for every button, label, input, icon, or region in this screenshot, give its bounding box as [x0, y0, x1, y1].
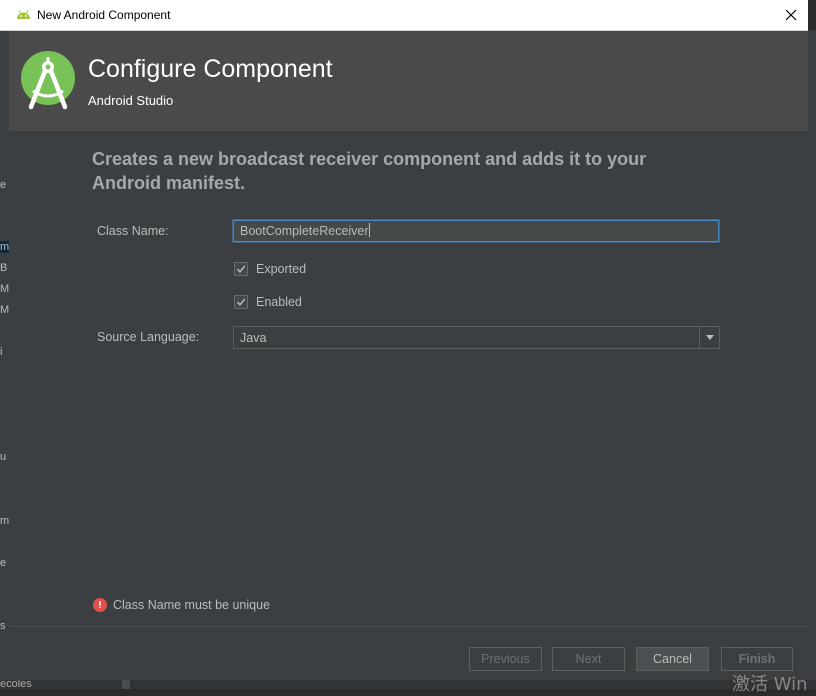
component-description: Creates a new broadcast receiver compone… [92, 149, 647, 193]
page-subtitle: Android Studio [88, 93, 174, 108]
android-studio-logo [21, 51, 75, 110]
cancel-button[interactable]: Cancel [636, 647, 709, 671]
chevron-down-icon [705, 335, 714, 340]
new-android-component-dialog: New Android Component Configure Componen… [0, 0, 808, 680]
enabled-label: Enabled [256, 295, 302, 309]
exported-checkbox[interactable]: Exported [234, 262, 306, 276]
close-button[interactable] [774, 0, 808, 30]
exported-label: Exported [256, 262, 307, 276]
class-name-value: BootCompleteReceiver [240, 224, 369, 238]
checkbox-box[interactable] [234, 262, 248, 276]
checkmark-icon [236, 265, 246, 273]
ide-scroll-thumb [122, 680, 130, 689]
class-name-input[interactable]: BootCompleteReceiver [233, 220, 719, 242]
dialog-title: New Android Component [37, 8, 171, 22]
dialog-titlebar[interactable]: New Android Component [0, 0, 808, 31]
footer-divider [9, 626, 808, 627]
ide-fragment: ecoles [0, 680, 32, 689]
background-ide-statusbar: ecoles [0, 680, 816, 689]
validation-message: Class Name must be unique [113, 598, 271, 612]
source-language-label: Source Language: [97, 330, 200, 344]
previous-button[interactable]: Previous [469, 647, 542, 671]
page-title: Configure Component [88, 55, 333, 83]
class-name-label: Class Name: [97, 224, 169, 238]
android-head-icon [17, 10, 30, 19]
finish-button[interactable]: Finish [721, 647, 793, 671]
close-icon [785, 9, 797, 21]
background-ide-panel-right [808, 30, 816, 689]
dialog-content: Creates a new broadcast receiver compone… [9, 131, 808, 680]
validation-error: ! Class Name must be unique [93, 598, 270, 612]
source-language-value: Java [240, 331, 267, 345]
dropdown-toggle[interactable] [699, 327, 719, 348]
source-language-select[interactable]: Java [233, 326, 720, 349]
checkmark-icon [236, 298, 246, 306]
checkbox-box[interactable] [234, 295, 248, 309]
next-button[interactable]: Next [552, 647, 625, 671]
windows-activation-watermark: 激活 Win [732, 674, 808, 695]
dialog-header: Configure Component Android Studio [9, 31, 808, 131]
text-caret [368, 223, 370, 237]
enabled-checkbox[interactable]: Enabled [234, 295, 302, 309]
error-icon: ! [93, 598, 107, 612]
